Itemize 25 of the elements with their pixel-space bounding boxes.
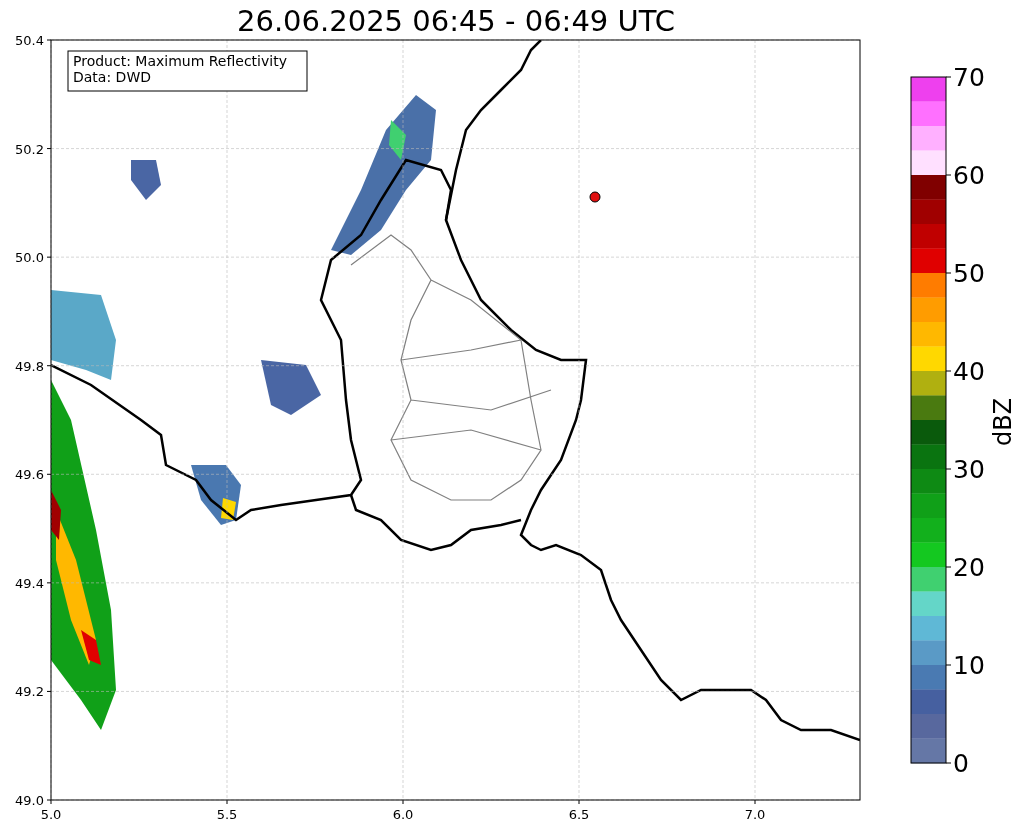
chart-title: 26.06.2025 06:45 - 06:49 UTC (237, 4, 675, 38)
y-axis-tick-label: 49.8 (15, 358, 44, 374)
info-text: Data: DWD (73, 69, 151, 85)
info-text: Product: Maximum Reflectivity (73, 53, 287, 69)
y-axis-tick-label: 50.4 (15, 33, 44, 48)
y-axis-tick-label: 49.0 (15, 793, 44, 808)
colorbar-tick-label: 30 (953, 455, 985, 484)
y-axis-tick-label: 50.2 (15, 141, 44, 157)
x-axis-tick-label: 7.0 (744, 807, 766, 822)
colorbar-tick-label: 40 (953, 357, 985, 386)
colorbar-tick-label: 60 (953, 161, 985, 190)
y-axis-tick-label: 49.4 (15, 575, 44, 591)
y-axis-tick-label: 49.6 (15, 467, 44, 483)
x-axis-tick-label: 5.5 (216, 807, 238, 822)
y-axis-tick-label: 50.0 (15, 250, 44, 266)
colorbar-tick-label: 10 (953, 651, 985, 680)
x-axis-tick-label: 6.0 (392, 807, 414, 822)
y-axis-tick-label: 49.2 (15, 684, 44, 700)
colorbar-tick-label: 20 (953, 553, 985, 582)
colorbar-label: dBZ (989, 397, 1017, 447)
colorbar-tick-label: 0 (953, 749, 969, 778)
x-axis-tick-label: 5.0 (40, 807, 62, 822)
colorbar-tick-label: 70 (953, 63, 985, 92)
colorbar-tick-label: 50 (953, 259, 985, 288)
x-axis-tick-label: 6.5 (568, 807, 590, 822)
